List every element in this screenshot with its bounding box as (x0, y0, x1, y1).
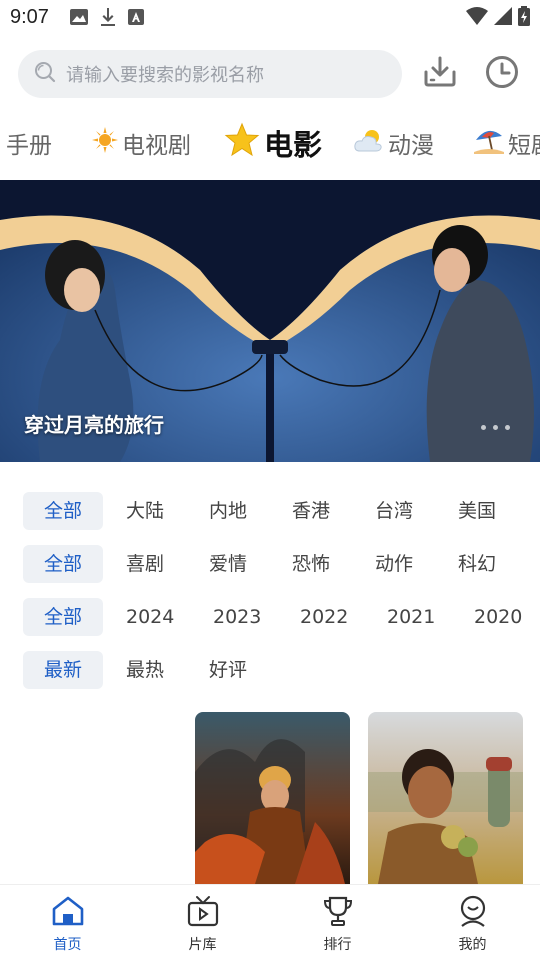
filter-chip[interactable]: 最热 (126, 651, 164, 689)
tab-short-drama[interactable]: 短剧 (474, 118, 540, 168)
filter-chip[interactable]: 喜剧 (126, 545, 164, 583)
filter-chip[interactable]: 2022 (300, 598, 348, 636)
carousel-dot (481, 425, 486, 430)
filter-row-year: 全部 2024 2023 2022 2021 2020 (0, 596, 540, 649)
beach-umbrella-icon (474, 126, 504, 160)
filter-chip[interactable]: 香港 (292, 492, 330, 530)
a-icon (128, 9, 144, 29)
tab-manual[interactable]: 手册 (6, 118, 52, 168)
filter-panel: 全部 大陆 内地 香港 台湾 美国 全部 喜剧 爱情 恐怖 动作 科幻 全部 2… (0, 490, 540, 702)
tab-anime[interactable]: 动漫 (354, 118, 434, 168)
nav-label: 排行 (323, 937, 352, 953)
filter-chip[interactable]: 全部 (23, 598, 103, 636)
nav-profile[interactable]: 我的 (405, 885, 540, 960)
tab-movie[interactable]: 电影 (224, 118, 322, 168)
tab-tv-series[interactable]: 电视剧 (92, 118, 191, 168)
status-bar: 9:07 (0, 0, 540, 36)
filter-chip[interactable]: 最新 (23, 651, 103, 689)
tab-label: 电视剧 (122, 133, 191, 159)
search-row: 请输入要搜索的影视名称 (0, 50, 540, 100)
movie-poster[interactable] (195, 712, 350, 884)
user-icon (456, 895, 490, 931)
filter-chip[interactable]: 恐怖 (292, 545, 330, 583)
filter-row-region: 全部 大陆 内地 香港 台湾 美国 (0, 490, 540, 543)
bottom-nav: 首页 片库 排行 我的 (0, 884, 540, 960)
filter-chip[interactable]: 动作 (375, 545, 413, 583)
filter-chip[interactable]: 爱情 (209, 545, 247, 583)
battery-icon (518, 6, 530, 30)
banner-carousel[interactable]: 穿过月亮的旅行 (0, 180, 540, 462)
search-icon (34, 61, 56, 87)
history-button[interactable] (484, 56, 520, 92)
download-button[interactable] (422, 56, 458, 92)
movie-grid (0, 712, 540, 884)
status-time: 9:07 (10, 6, 49, 28)
filter-chip[interactable]: 2020 (474, 598, 522, 636)
banner-title: 穿过月亮的旅行 (24, 413, 164, 437)
home-icon (51, 895, 85, 931)
tab-label: 手册 (6, 133, 52, 159)
carousel-dot (493, 425, 498, 430)
filter-row-genre: 全部 喜剧 爱情 恐怖 动作 科幻 (0, 543, 540, 596)
filter-chip[interactable]: 全部 (23, 492, 103, 530)
search-placeholder: 请输入要搜索的影视名称 (66, 65, 264, 86)
tv-icon (186, 895, 220, 931)
filter-chip[interactable]: 全部 (23, 545, 103, 583)
nav-label: 首页 (53, 937, 82, 953)
filter-chip[interactable]: 2023 (213, 598, 261, 636)
download-tray-icon (423, 56, 457, 92)
category-tabs: 手册 电视剧 电影 动漫 短剧 (0, 118, 540, 168)
nav-label: 我的 (458, 937, 487, 953)
filter-chip[interactable]: 好评 (209, 651, 247, 689)
nav-label: 片库 (188, 937, 217, 953)
tab-label: 短剧 (508, 133, 540, 159)
filter-chip[interactable]: 台湾 (375, 492, 413, 530)
search-input[interactable]: 请输入要搜索的影视名称 (18, 50, 402, 98)
carousel-dot (505, 425, 510, 430)
filter-chip[interactable]: 2024 (126, 598, 174, 636)
nav-home[interactable]: 首页 (0, 885, 135, 960)
cloud-sun-icon (354, 127, 384, 159)
star-icon (224, 122, 260, 165)
poster-image (195, 712, 350, 884)
download-icon (100, 8, 116, 30)
filter-chip[interactable]: 美国 (458, 492, 496, 530)
filter-chip[interactable]: 2021 (387, 598, 435, 636)
signal-icon (494, 7, 512, 29)
poster-image (368, 712, 523, 884)
tab-label: 电影 (264, 128, 323, 162)
wifi-icon (466, 7, 488, 29)
tab-label: 动漫 (388, 133, 434, 159)
filter-chip[interactable]: 内地 (209, 492, 247, 530)
carousel-indicator (481, 425, 510, 430)
nav-ranking[interactable]: 排行 (270, 885, 405, 960)
trophy-icon (321, 895, 355, 931)
movie-poster[interactable] (368, 712, 523, 884)
sun-icon (92, 127, 118, 159)
filter-row-sort: 最新 最热 好评 (0, 649, 540, 702)
nav-library[interactable]: 片库 (135, 885, 270, 960)
filter-chip[interactable]: 大陆 (126, 492, 164, 530)
clock-icon (485, 55, 519, 93)
image-icon (70, 9, 88, 29)
filter-chip[interactable]: 科幻 (458, 545, 496, 583)
